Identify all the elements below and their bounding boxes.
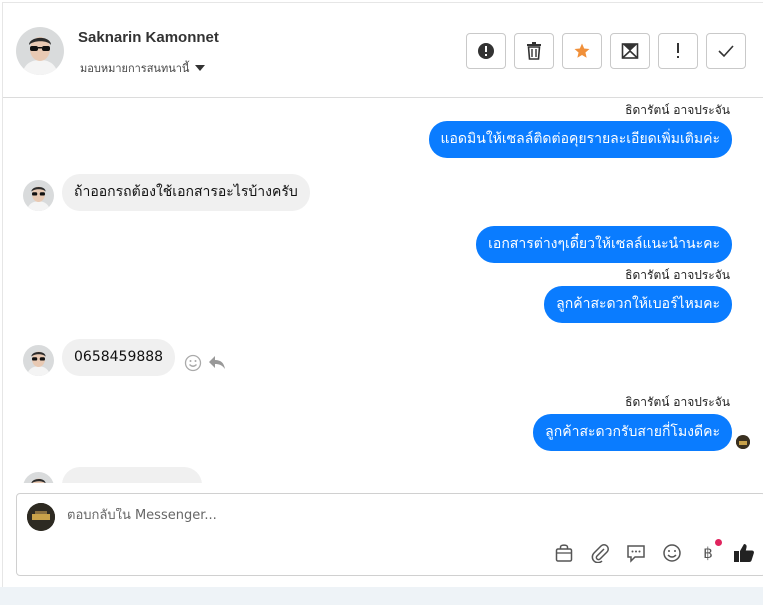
chat-bubbles-icon[interactable] [625,542,647,564]
reply-arrow-icon[interactable] [208,355,226,375]
exclamation-icon [677,43,679,58]
react-smiley-icon[interactable] [184,354,202,376]
caret-down-icon [195,65,206,71]
bag-icon[interactable] [553,542,575,564]
reply-input[interactable] [67,508,467,523]
sender-name: ธิดารัตน์ อาจประจัน [625,395,730,409]
composer-toolbar: ฿ [553,539,755,564]
mark-done-button[interactable] [706,33,746,69]
priority-button[interactable] [658,33,698,69]
reply-composer: ฿ [16,493,763,576]
incoming-message[interactable]: 0658459888 [62,339,176,376]
alert-circle-icon [478,43,494,59]
baht-icon[interactable]: ฿ [697,539,722,564]
contact-avatar-small[interactable] [23,180,54,211]
smiley-icon[interactable] [661,542,683,564]
contact-avatar[interactable] [16,27,64,75]
contact-avatar-small[interactable] [23,472,54,483]
message-actions [184,354,226,376]
page-avatar [27,503,55,531]
outgoing-message[interactable]: ลูกค้าสะดวกให้เบอร์ไหมคะ [544,286,732,323]
window-footer-strip [0,587,763,605]
mark-spam-button[interactable] [466,33,506,69]
outgoing-message[interactable]: เอกสารต่างๆเดี๋ยวให้เซลล์แนะนำนะคะ [476,226,732,263]
check-icon [718,45,734,58]
paperclip-icon[interactable] [589,542,611,564]
incoming-message-partial[interactable] [62,467,202,483]
seen-indicator-avatar [736,435,750,449]
delete-button[interactable] [514,33,554,69]
envelope-icon [621,43,639,59]
assign-label: มอบหมายการสนทนานี้ [80,62,190,75]
message-list[interactable]: ธิดารัตน์ อาจประจัน แอดมินให้เซลล์ติดต่อ… [3,99,763,483]
header-actions [466,33,746,69]
conversation-header: Saknarin Kamonnet มอบหมายการสนทนานี้ [3,3,763,98]
assign-conversation-dropdown[interactable]: มอบหมายการสนทนานี้ [80,59,206,77]
incoming-message[interactable]: ถ้าออกรถต้องใช้เอกสารอะไรบ้างครับ [62,174,310,211]
conversation-panel: Saknarin Kamonnet มอบหมายการสนทนานี้ ธิด… [2,2,763,587]
contact-avatar-small[interactable] [23,345,54,376]
outgoing-message[interactable]: ลูกค้าสะดวกรับสายกี่โมงดีคะ [533,414,732,451]
star-icon [574,43,590,58]
sender-name: ธิดารัตน์ อาจประจัน [625,268,730,282]
baht-symbol: ฿ [703,544,713,562]
mark-unread-button[interactable] [610,33,650,69]
sender-name: ธิดารัตน์ อาจประจัน [625,103,730,117]
follow-up-button[interactable] [562,33,602,69]
notification-dot [715,539,722,546]
trash-icon [527,42,541,60]
contact-name[interactable]: Saknarin Kamonnet [78,29,219,46]
thumbs-up-icon[interactable] [733,542,755,564]
outgoing-message[interactable]: แอดมินให้เซลล์ติดต่อคุยรายละเอียดเพิ่มเต… [428,121,732,158]
